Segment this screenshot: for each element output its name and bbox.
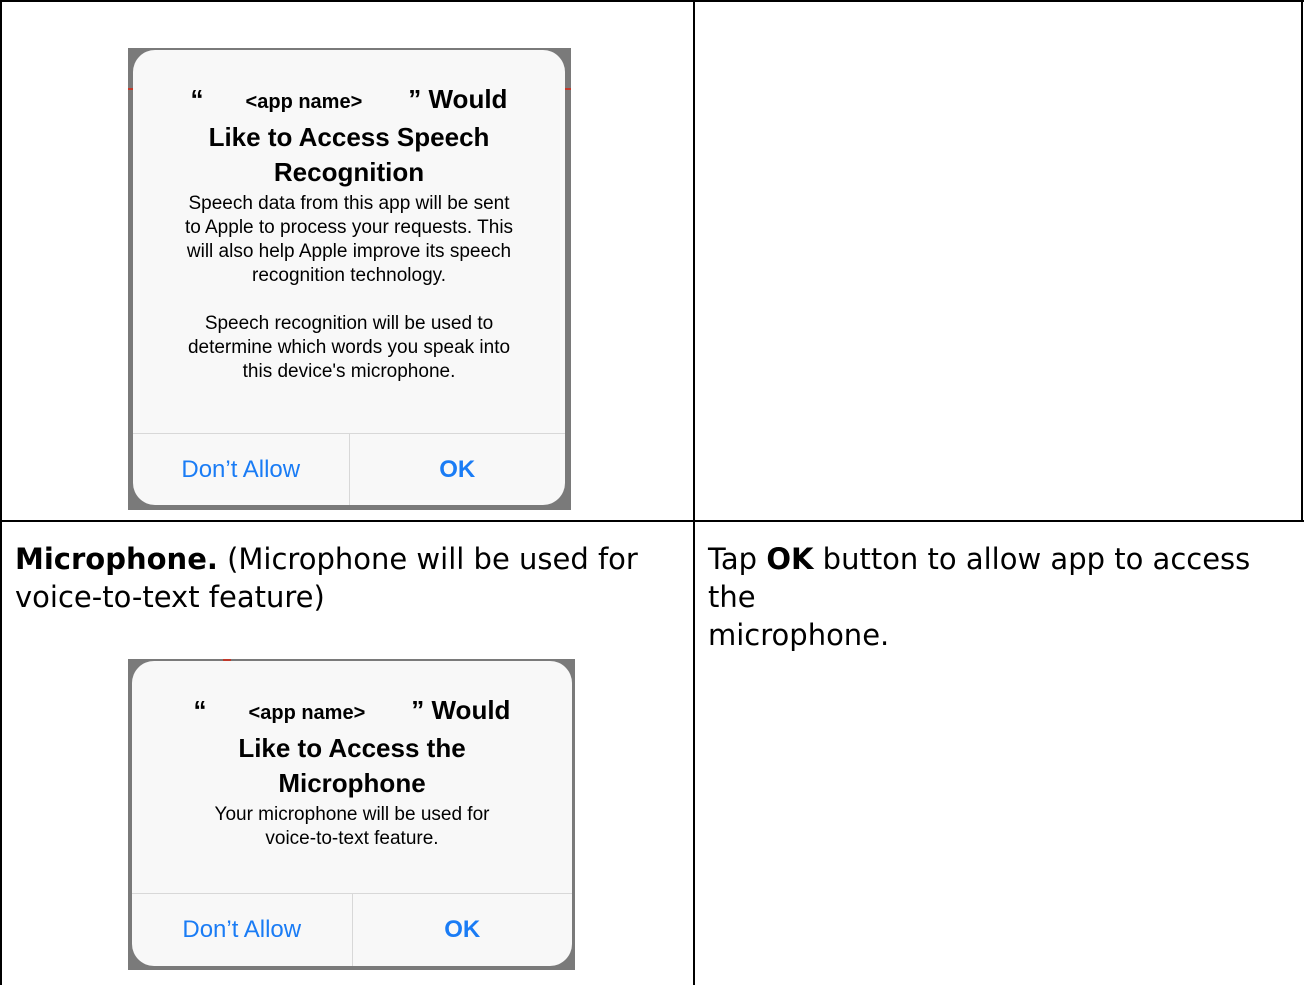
dialog-message: Speech data from this app will be sent t… bbox=[133, 192, 565, 384]
table-column-divider bbox=[693, 0, 695, 985]
dialog-title-line2: Like to Access Speech bbox=[208, 122, 490, 152]
message-line: Speech recognition will be used to bbox=[204, 313, 494, 334]
message-line: will also help Apple improve its speech bbox=[186, 241, 512, 262]
dialog-title-line1: “ <app name> ” Would bbox=[133, 82, 565, 120]
app-name-placeholder: <app name> bbox=[245, 91, 363, 113]
microphone-instruction: Tap OK button to allow app to access the… bbox=[708, 540, 1298, 654]
speech-dialog-screenshot: “ <app name> ” Would Like to Access Speech… bbox=[128, 48, 571, 510]
microphone-description: Microphone. (Microphone will be used for… bbox=[15, 540, 685, 616]
dialog-button-bar: Don’t Allow OK bbox=[133, 433, 565, 505]
table-right-border bbox=[1301, 0, 1303, 522]
description-text: (Microphone will be used for bbox=[227, 542, 638, 576]
microphone-dialog-screenshot: “ <app name> ” Would Like to Access the Mi… bbox=[128, 659, 575, 970]
title-close-quote: ” Would bbox=[408, 84, 508, 114]
description-line1: Microphone. (Microphone will be used for bbox=[15, 540, 685, 578]
dialog-title: “ <app name> ” Would Like to Access the Mi… bbox=[132, 693, 572, 801]
instruction-line2: microphone. bbox=[708, 618, 890, 652]
dialog-title-line1: “ <app name> ” Would bbox=[132, 693, 572, 731]
title-open-quote: “ bbox=[193, 695, 207, 725]
ok-button[interactable]: OK bbox=[351, 894, 573, 966]
message-line: to Apple to process your requests. This bbox=[184, 217, 514, 238]
dont-allow-button[interactable]: Don’t Allow bbox=[133, 434, 349, 505]
ok-button[interactable]: OK bbox=[348, 434, 566, 505]
table-left-border bbox=[0, 0, 2, 985]
instruction-text: Tap bbox=[708, 542, 767, 576]
dialog-title: “ <app name> ” Would Like to Access Speech… bbox=[133, 82, 565, 190]
message-line: recognition technology. bbox=[252, 265, 446, 286]
description-line2: voice-to-text feature) bbox=[15, 580, 325, 614]
ok-emphasis: OK bbox=[766, 542, 814, 576]
message-line: Your microphone will be used for bbox=[214, 804, 490, 825]
document-page: “ <app name> ” Would Like to Access Speech… bbox=[0, 0, 1304, 985]
title-open-quote: “ bbox=[190, 84, 204, 114]
dialog-button-bar: Don’t Allow OK bbox=[132, 893, 572, 966]
message-line: Speech data from this app will be sent bbox=[188, 193, 510, 214]
microphone-heading: Microphone. bbox=[15, 542, 218, 576]
table-top-border bbox=[0, 0, 1304, 2]
microphone-permission-dialog: “ <app name> ” Would Like to Access the Mi… bbox=[132, 661, 572, 966]
dont-allow-button[interactable]: Don’t Allow bbox=[132, 894, 352, 966]
app-name-placeholder: <app name> bbox=[248, 702, 366, 724]
message-line: voice-to-text feature. bbox=[265, 828, 439, 849]
message-line: this device's microphone. bbox=[242, 361, 456, 382]
table-row-divider bbox=[0, 520, 1304, 522]
dialog-message: Your microphone will be used for voice-t… bbox=[132, 803, 572, 851]
speech-permission-dialog: “ <app name> ” Would Like to Access Speech… bbox=[133, 50, 565, 505]
dialog-title-line2: Like to Access the bbox=[238, 733, 466, 763]
dialog-title-line3: Microphone bbox=[278, 768, 426, 798]
dialog-title-line3: Recognition bbox=[273, 157, 425, 187]
instruction-line1: Tap OK button to allow app to access the bbox=[708, 540, 1298, 616]
title-close-quote: ” Would bbox=[411, 695, 511, 725]
message-line: determine which words you speak into bbox=[187, 337, 511, 358]
